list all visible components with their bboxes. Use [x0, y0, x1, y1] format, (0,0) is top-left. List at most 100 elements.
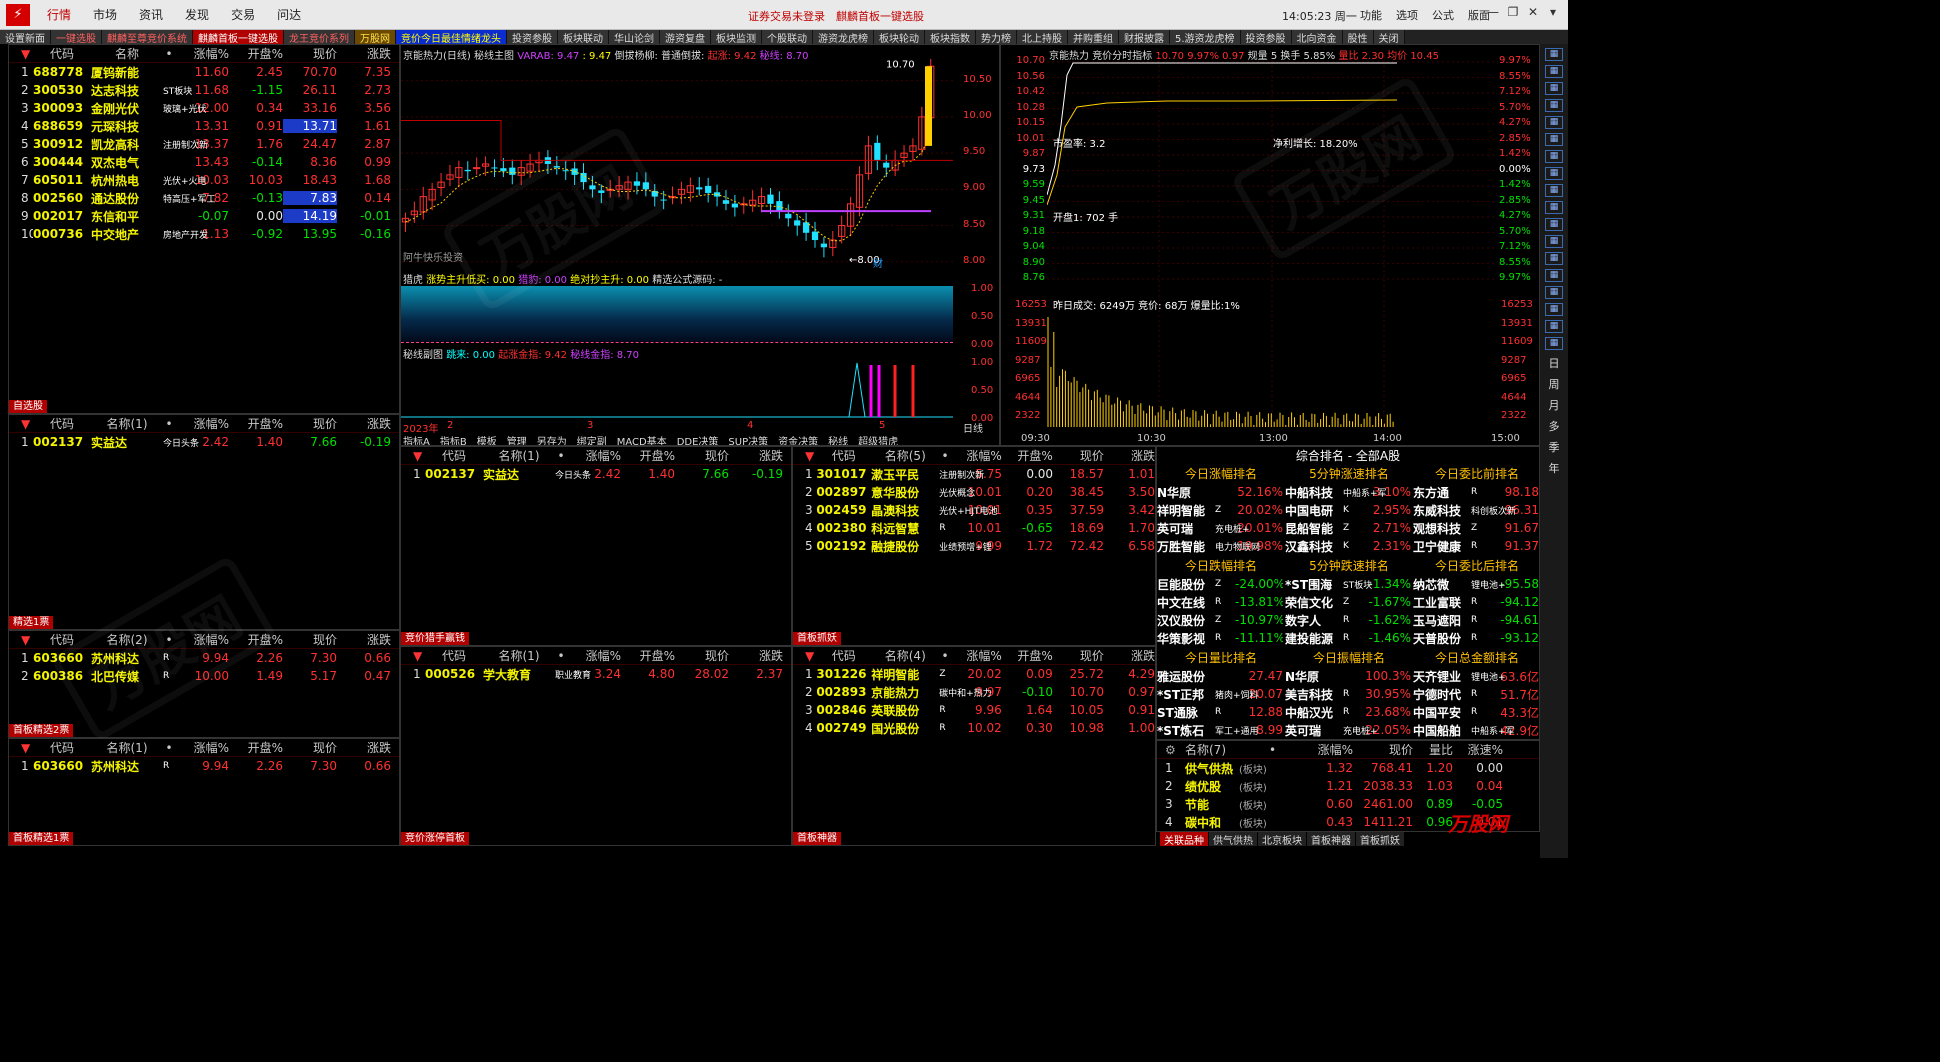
header-cell[interactable]: 涨速%: [1453, 741, 1503, 758]
board-name[interactable]: 供气供热: [1185, 760, 1239, 777]
rank-row[interactable]: 昆船智能 Z 2.71%: [1285, 519, 1413, 537]
layout-tab[interactable]: 龙王竞价系列: [284, 30, 355, 45]
rank-row[interactable]: 东威科技 科创板次新 96.31: [1413, 501, 1539, 519]
period-button[interactable]: 年: [1540, 460, 1568, 476]
header-cell[interactable]: 代码: [33, 45, 91, 62]
header-cell[interactable]: 涨幅%: [951, 447, 1001, 464]
stock-name[interactable]: 英联股份: [871, 702, 939, 719]
layout-tab[interactable]: 板块联动: [558, 30, 609, 45]
stock-name[interactable]: 意华股份: [871, 484, 939, 501]
rank-row[interactable]: 天齐锂业 锂电池+ 63.6亿: [1413, 667, 1539, 685]
layout-tab[interactable]: 设置新面: [0, 30, 51, 45]
period-button[interactable]: 月: [1540, 397, 1568, 413]
stock-name[interactable]: 杭州热电: [91, 172, 163, 189]
rank-name[interactable]: N华原: [1157, 484, 1215, 501]
header-cell[interactable]: 名称(1): [483, 647, 555, 664]
toolbar-icon[interactable]: ▦: [1545, 116, 1563, 129]
table-row[interactable]: 1 002137 实益达 今日头条 2.42 1.40 7.66 -0.19: [401, 465, 791, 483]
header-cell[interactable]: 涨幅%: [1299, 741, 1353, 758]
rank-name[interactable]: 东方通: [1413, 484, 1471, 501]
stock-name[interactable]: 科远智慧: [871, 520, 939, 537]
layout-tab[interactable]: 5.游资龙虎榜: [1170, 30, 1241, 45]
header-cell[interactable]: 开盘%: [1002, 447, 1052, 464]
layout-tab[interactable]: 万股网: [355, 30, 396, 45]
layout-tab[interactable]: 股性: [1342, 30, 1374, 45]
rank-row[interactable]: 汉鑫科技 K 2.31%: [1285, 537, 1413, 555]
rank-row[interactable]: 中船科技 中船系+军 3.10%: [1285, 483, 1413, 501]
table-row[interactable]: 9 002017 东信和平 -0.07 0.00 14.19 -0.01: [9, 207, 399, 225]
rank-name[interactable]: 美吉科技: [1285, 686, 1343, 703]
rank-row[interactable]: 工业富联 R -94.12: [1413, 593, 1539, 611]
indicator-tab[interactable]: 指标B: [438, 433, 469, 445]
indicator-tab[interactable]: 模板: [475, 433, 499, 445]
stock-code[interactable]: 002893: [816, 685, 871, 699]
layout-tab[interactable]: 北向资金: [1291, 30, 1343, 45]
layout-tab[interactable]: 板块轮动: [874, 30, 925, 45]
stock-name[interactable]: 京能热力: [871, 684, 939, 701]
stock-code[interactable]: 002749: [816, 721, 871, 735]
stock-name[interactable]: 融捷股份: [871, 538, 939, 555]
toolbar-icon[interactable]: ▦: [1545, 167, 1563, 180]
header-cell[interactable]: 名称(4): [871, 647, 939, 664]
stock-name[interactable]: 学大教育: [483, 666, 555, 683]
layout-tab[interactable]: 势力榜: [976, 30, 1017, 45]
stock-code[interactable]: 002192: [816, 539, 871, 553]
rank-name[interactable]: 玉马遮阳: [1413, 612, 1471, 629]
table-row[interactable]: 2 300530 达志科技 ST板块 11.68 -1.15 26.11 2.73: [9, 81, 399, 99]
stock-name[interactable]: 祥明智能: [871, 666, 939, 683]
period-button[interactable]: 季: [1540, 439, 1568, 455]
rank-name[interactable]: ST通脉: [1157, 704, 1215, 721]
header-cell[interactable]: •: [939, 449, 950, 463]
stock-name[interactable]: 漱玉平民: [871, 466, 939, 483]
stock-code[interactable]: 002137: [33, 435, 91, 449]
rank-row[interactable]: N华原 100.3%: [1285, 667, 1413, 685]
rank-name[interactable]: 纳芯微: [1413, 576, 1471, 593]
minimize-icon[interactable]: —: [1486, 5, 1500, 23]
stock-code[interactable]: 000526: [425, 667, 483, 681]
layout-tab[interactable]: 投资参股: [1240, 30, 1292, 45]
header-cell[interactable]: 现价: [283, 739, 337, 756]
panel-tag[interactable]: 首板精选2票: [9, 724, 74, 737]
header-cell[interactable]: 涨跌: [337, 739, 391, 756]
bottom-tab[interactable]: 供气供热: [1209, 832, 1258, 847]
header-cell[interactable]: 现价: [675, 447, 729, 464]
rank-row[interactable]: 英可瑞 充电桩+ 22.05%: [1285, 721, 1413, 739]
rank-row[interactable]: 汉仪股份 Z -10.97%: [1157, 611, 1285, 629]
rank-row[interactable]: 中国船舶 中船系+军 42.9亿: [1413, 721, 1539, 739]
panel-tag[interactable]: 竞价涨停首板: [401, 832, 469, 845]
rank-name[interactable]: 观想科技: [1413, 520, 1471, 537]
table-row[interactable]: 3 300093 金刚光伏 玻璃+光伏 12.00 0.34 33.16 3.56: [9, 99, 399, 117]
table-row[interactable]: 8 002560 通达股份 特高压+军工 7.82 -0.13 7.83 0.14: [9, 189, 399, 207]
rank-row[interactable]: 祥明智能 Z 20.02%: [1157, 501, 1285, 519]
ind2-chart[interactable]: [401, 359, 957, 421]
header-cell[interactable]: 涨跌: [337, 45, 391, 62]
header-cell[interactable]: •: [939, 649, 950, 663]
header-cell[interactable]: 代码: [425, 447, 483, 464]
layout-tab[interactable]: 投资参股: [507, 30, 558, 45]
stock-code[interactable]: 002137: [425, 467, 483, 481]
rank-name[interactable]: 华策影视: [1157, 630, 1215, 647]
toolbar-icon[interactable]: ▦: [1545, 303, 1563, 316]
period-button[interactable]: 周: [1540, 376, 1568, 392]
table-row[interactable]: 2 002893 京能热力 碳中和+热力 9.97 -0.10 10.70 0.97: [793, 683, 1155, 701]
rank-name[interactable]: *ST炼石: [1157, 722, 1215, 739]
rank-name[interactable]: 英可瑞: [1285, 722, 1343, 739]
toolbar-icon[interactable]: ▦: [1545, 48, 1563, 61]
rank-name[interactable]: 宁德时代: [1413, 686, 1471, 703]
header-cell[interactable]: 代码: [33, 739, 91, 756]
toolbar-icon[interactable]: ▦: [1545, 184, 1563, 197]
indicator-tab[interactable]: 管理: [505, 433, 529, 445]
layout-tab[interactable]: 并购重组: [1068, 30, 1119, 45]
bottom-tab[interactable]: 首板抓妖: [1356, 832, 1405, 847]
rank-name[interactable]: 汉仪股份: [1157, 612, 1215, 629]
header-cell[interactable]: 开盘%: [621, 447, 675, 464]
toolbar-icon[interactable]: ▦: [1545, 150, 1563, 163]
stock-code[interactable]: 002897: [816, 485, 871, 499]
stock-name[interactable]: 双杰电气: [91, 154, 163, 171]
rank-name[interactable]: 中国船舶: [1413, 722, 1471, 739]
header-cell[interactable]: 量比: [1413, 741, 1453, 758]
stock-code[interactable]: 002846: [816, 703, 871, 717]
header-cell[interactable]: 代码: [425, 647, 483, 664]
stock-name[interactable]: 实益达: [91, 434, 163, 451]
toolbar-icon[interactable]: ▦: [1545, 286, 1563, 299]
